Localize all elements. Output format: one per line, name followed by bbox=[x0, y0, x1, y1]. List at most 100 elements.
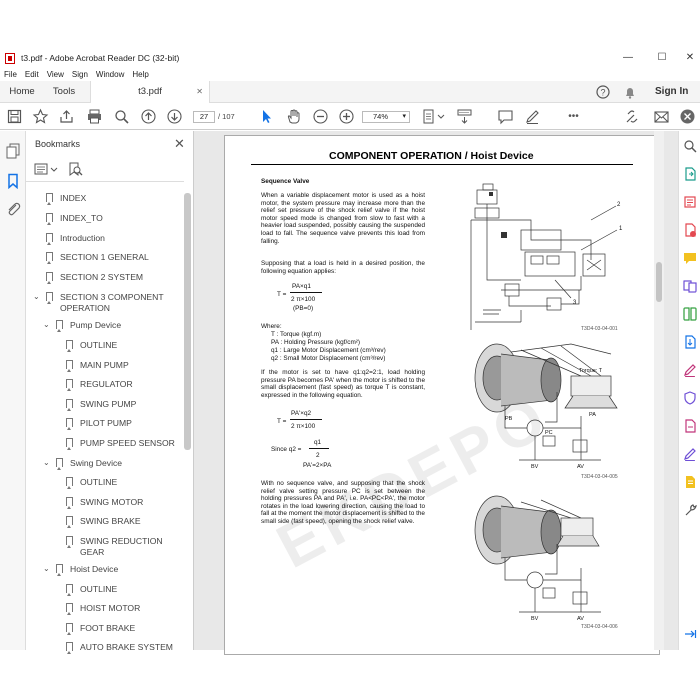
menu-sign[interactable]: Sign bbox=[72, 70, 88, 79]
chevron-down-icon[interactable]: ⌄ bbox=[43, 564, 50, 573]
bookmark-star-icon[interactable] bbox=[32, 108, 49, 125]
create-pdf-icon[interactable] bbox=[683, 223, 697, 237]
menu-file[interactable]: File bbox=[4, 70, 17, 79]
bookmark-item-swing-device[interactable]: Swing Device bbox=[70, 458, 122, 469]
bookmark-item-swing-reduction[interactable]: SWING REDUCTION bbox=[80, 536, 163, 547]
bookmark-item-hoist-device[interactable]: Hoist Device bbox=[70, 564, 118, 575]
minimize-button[interactable]: — bbox=[613, 50, 643, 66]
find-bookmark-icon[interactable] bbox=[68, 162, 84, 176]
request-signature-icon[interactable] bbox=[683, 447, 697, 461]
figure2-pa-label: PA bbox=[589, 412, 596, 418]
figure-hoist-lowering-circuit: BV AV bbox=[474, 495, 601, 622]
menu-edit[interactable]: Edit bbox=[25, 70, 39, 79]
eq1-fraction-bar bbox=[290, 292, 322, 293]
find-icon[interactable] bbox=[113, 108, 130, 125]
save-icon[interactable] bbox=[6, 108, 23, 125]
bookmarks-panel-icon[interactable] bbox=[5, 173, 21, 189]
bookmark-item-index-to[interactable]: INDEX_TO bbox=[60, 213, 103, 224]
email-icon[interactable] bbox=[653, 108, 670, 125]
combine-files-icon[interactable] bbox=[683, 279, 697, 293]
bookmark-item-hoist-outline[interactable]: OUTLINE bbox=[80, 584, 117, 595]
bookmark-item-swing-outline[interactable]: OUTLINE bbox=[80, 477, 117, 488]
fit-page-icon[interactable] bbox=[420, 108, 437, 125]
send-for-review-icon[interactable] bbox=[683, 419, 697, 433]
page-thumbnails-icon[interactable] bbox=[5, 143, 21, 159]
zoom-in-icon[interactable] bbox=[338, 108, 355, 125]
tab-home[interactable]: Home bbox=[0, 81, 44, 103]
figure2-bv-label: BV bbox=[531, 464, 539, 470]
eq1-lhs: T = bbox=[277, 291, 287, 298]
bookmark-item-regulator[interactable]: REGULATOR bbox=[80, 379, 133, 390]
sign-in-button[interactable]: Sign In bbox=[655, 81, 688, 103]
page-number-input[interactable]: 27 bbox=[193, 111, 215, 123]
bookmark-item-main-pump[interactable]: MAIN PUMP bbox=[80, 360, 129, 371]
bookmark-item-hoist-motor[interactable]: HOIST MOTOR bbox=[80, 603, 140, 614]
fit-options-chevron-icon[interactable] bbox=[437, 108, 445, 125]
select-cursor-icon[interactable] bbox=[258, 108, 275, 125]
bookmark-item-section-1[interactable]: SECTION 1 GENERAL bbox=[60, 252, 149, 263]
bookmark-item-pump-speed-sensor[interactable]: PUMP SPEED SENSOR bbox=[80, 438, 175, 449]
search-tool-icon[interactable] bbox=[683, 139, 697, 153]
more-tools-icon[interactable]: ••• bbox=[565, 108, 582, 125]
share-link-icon[interactable] bbox=[624, 108, 641, 125]
document-scrollbar-thumb[interactable] bbox=[656, 262, 662, 302]
compress-pdf-icon[interactable] bbox=[683, 335, 697, 349]
document-scrollbar-track[interactable] bbox=[654, 131, 664, 650]
figure1-label-1: 1 bbox=[619, 226, 623, 232]
bookmark-item-pump-device[interactable]: Pump Device bbox=[70, 320, 121, 331]
chevron-down-icon[interactable]: ⌄ bbox=[43, 320, 50, 329]
bookmark-item-pump-outline[interactable]: OUTLINE bbox=[80, 340, 117, 351]
collapse-panel-icon[interactable] bbox=[683, 627, 697, 641]
bookmarks-close-button[interactable]: ✕ bbox=[174, 136, 185, 152]
more-tools-wrench-icon[interactable] bbox=[683, 503, 697, 517]
print-icon[interactable] bbox=[86, 108, 103, 125]
zoom-out-icon[interactable] bbox=[312, 108, 329, 125]
bookmarks-scrollbar[interactable] bbox=[184, 193, 191, 450]
close-panel-icon[interactable] bbox=[679, 108, 696, 125]
bookmark-icon bbox=[66, 438, 73, 450]
prepare-form-icon[interactable] bbox=[683, 475, 697, 489]
maximize-button[interactable]: ☐ bbox=[647, 50, 677, 66]
menu-view[interactable]: View bbox=[47, 70, 64, 79]
bookmark-item-auto-brake[interactable]: AUTO BRAKE SYSTEM bbox=[80, 642, 173, 650]
bookmark-item-swing-pump[interactable]: SWING PUMP bbox=[80, 399, 136, 410]
figure2-id: T3D4-03-04-005 bbox=[581, 474, 618, 480]
organize-pages-icon[interactable] bbox=[683, 307, 697, 321]
attachments-icon[interactable] bbox=[5, 201, 21, 217]
tab-close-icon[interactable]: ✕ bbox=[196, 81, 203, 103]
fill-sign-icon[interactable] bbox=[683, 363, 697, 377]
comment-tool-icon[interactable] bbox=[683, 251, 697, 265]
edit-pdf-icon[interactable] bbox=[683, 195, 697, 209]
bookmark-item-introduction[interactable]: Introduction bbox=[60, 233, 105, 244]
menu-help[interactable]: Help bbox=[132, 70, 148, 79]
tab-document[interactable]: t3.pdf ✕ bbox=[90, 81, 210, 103]
bookmark-item-swing-reduction-cont[interactable]: GEAR bbox=[80, 547, 104, 558]
bookmark-item-section-2[interactable]: SECTION 2 SYSTEM bbox=[60, 272, 143, 283]
zoom-level-select[interactable]: 74% ▾ bbox=[362, 111, 410, 123]
pen-icon[interactable] bbox=[524, 108, 541, 125]
chevron-down-icon[interactable]: ⌄ bbox=[33, 292, 40, 301]
chevron-down-icon[interactable]: ⌄ bbox=[43, 458, 50, 467]
bookmark-item-index[interactable]: INDEX bbox=[60, 193, 86, 204]
bookmark-item-swing-brake[interactable]: SWING BRAKE bbox=[80, 516, 141, 527]
comment-icon[interactable] bbox=[497, 108, 514, 125]
next-page-icon[interactable] bbox=[166, 108, 183, 125]
bookmark-item-pilot-pump[interactable]: PILOT PUMP bbox=[80, 418, 132, 429]
upload-icon[interactable] bbox=[58, 108, 75, 125]
previous-page-icon[interactable] bbox=[140, 108, 157, 125]
bookmark-options-icon[interactable] bbox=[34, 162, 62, 176]
figure2-av-label: AV bbox=[577, 464, 584, 470]
bookmark-item-section-3[interactable]: SECTION 3 COMPONENT bbox=[60, 292, 164, 303]
close-window-button[interactable]: ✕ bbox=[675, 50, 700, 66]
keyboard-scroll-icon[interactable] bbox=[456, 108, 473, 125]
zoom-level-value: 74% bbox=[373, 112, 389, 121]
hand-tool-icon[interactable] bbox=[285, 108, 302, 125]
bookmark-item-swing-motor[interactable]: SWING MOTOR bbox=[80, 497, 143, 508]
bookmark-item-foot-brake[interactable]: FOOT BRAKE bbox=[80, 623, 135, 634]
protect-icon[interactable] bbox=[683, 391, 697, 405]
tab-tools[interactable]: Tools bbox=[44, 81, 84, 103]
export-pdf-icon[interactable] bbox=[683, 167, 697, 181]
bookmark-item-section-3-cont[interactable]: OPERATION bbox=[60, 303, 110, 314]
menu-window[interactable]: Window bbox=[96, 70, 124, 79]
where-torque: T : Torque (kgf.m) bbox=[271, 331, 322, 338]
